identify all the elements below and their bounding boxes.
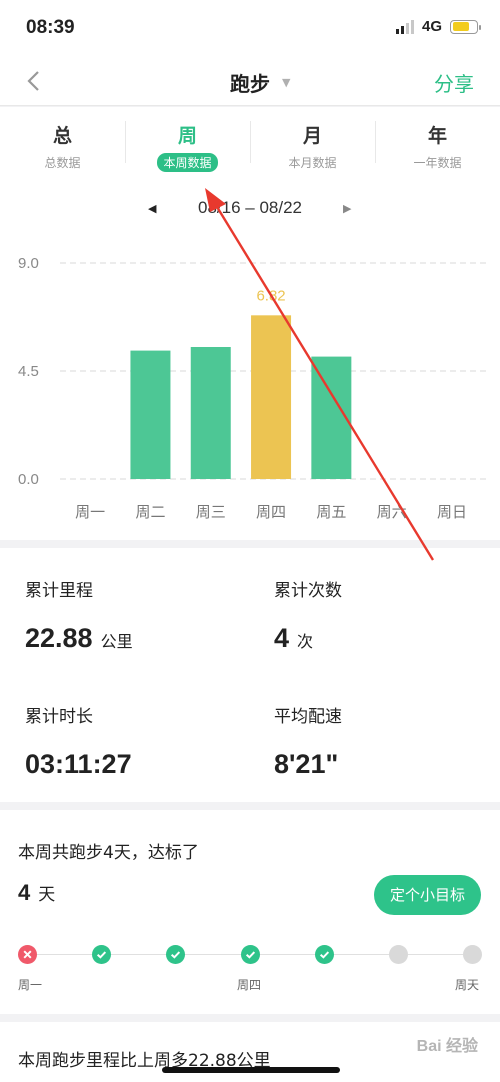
x-tick-label: 周五 — [316, 503, 346, 521]
tab-total[interactable]: 总 总数据 — [0, 107, 125, 182]
x-tick-label: 周二 — [135, 503, 165, 521]
stat-label: 累计里程 — [25, 581, 93, 601]
day-empty-icon — [463, 945, 482, 964]
stat-value: 03:11:27 — [25, 749, 132, 779]
x-tick-label: 周三 — [196, 503, 226, 521]
share-button[interactable]: 分享 — [434, 68, 474, 97]
tab-month[interactable]: 月 本月数据 — [250, 107, 375, 182]
network-type: 4G — [421, 18, 442, 35]
battery-level — [452, 22, 469, 31]
goal-days: 4天 — [18, 880, 55, 906]
data-label: 6.82 — [256, 287, 285, 304]
tab-week[interactable]: 周 本周数据 — [125, 107, 250, 182]
home-indicator — [162, 1067, 340, 1073]
weekly-distance-chart: 0.0 4.5 9.0 周一 周二 周三 周四 周五 周六 周日 6.82 — [18, 255, 488, 521]
x-tick-label: 周四 — [256, 503, 286, 521]
tab-title: 月 — [302, 125, 322, 147]
y-tick-label: 9.0 — [18, 255, 39, 272]
stat-pace: 平均配速 8'21" — [274, 702, 342, 780]
tab-title: 总 — [52, 125, 72, 147]
stat-value: 4 — [274, 623, 290, 653]
period-tabs: 总 总数据 周 本周数据 月 本月数据 年 一年数据 — [0, 107, 500, 182]
goal-days-value: 4 — [18, 880, 31, 905]
tab-title: 周 — [177, 125, 197, 147]
status-bar: 08:39 4G — [0, 0, 500, 56]
chart-bar — [190, 347, 231, 479]
day-done-icon — [240, 945, 260, 964]
track-label-middle: 周四 — [237, 978, 262, 992]
stat-value: 22.88 — [25, 623, 93, 653]
signal-icon — [395, 19, 414, 34]
watermark-logo: Bai 经验 — [416, 1038, 478, 1055]
stat-value-row: 4次 — [274, 623, 342, 654]
battery-icon — [450, 19, 481, 34]
stat-label: 累计时长 — [25, 707, 93, 727]
day-done-icon — [314, 945, 334, 964]
tab-year[interactable]: 年 一年数据 — [375, 107, 500, 182]
tab-subtitle: 本周数据 — [157, 153, 218, 172]
x-tick-label: 周六 — [377, 503, 407, 521]
day-fail-icon — [18, 945, 37, 964]
tab-title: 年 — [427, 125, 447, 147]
x-tick-label: 周日 — [437, 503, 467, 521]
stat-unit: 次 — [297, 632, 314, 651]
tab-subtitle: 总数据 — [44, 156, 81, 170]
tab-subtitle: 本月数据 — [288, 156, 337, 170]
day-done-icon — [166, 945, 186, 964]
stat-unit: 公里 — [100, 632, 133, 651]
day-empty-icon — [388, 945, 408, 964]
y-tick-label: 0.0 — [18, 471, 39, 488]
day-done-icon — [92, 945, 112, 964]
stats-panel: 累计里程 22.88 公里 累计次数 4次 累计时长 03:11:27 平均配速 … — [0, 548, 500, 802]
weekly-chart-section: ◀ 08/16 – 08/22 ▶ 0.0 4.5 9.0 周一 周二 周三 周四 周五 周六周… — [0, 182, 500, 540]
x-tick-label: 周一 — [75, 503, 105, 521]
stat-label: 累计次数 — [274, 581, 342, 601]
nav-bar: 跑步 ▼ 分享 — [0, 56, 500, 106]
stat-distance: 累计里程 22.88 公里 — [25, 576, 133, 654]
page-title[interactable]: 跑步 — [0, 68, 500, 97]
weekly-goal-card: 本周共跑步4天，达标了 4天 定个小目标 周一 周四 周天 — [0, 810, 500, 1014]
stat-count: 累计次数 4次 — [274, 576, 342, 654]
chart-bar — [251, 315, 292, 479]
track-label-start: 周一 — [18, 978, 43, 992]
goal-days-unit: 天 — [38, 885, 56, 905]
set-goal-button[interactable]: 定个小目标 — [374, 875, 481, 915]
chart-bar — [311, 356, 352, 479]
status-time: 08:39 — [26, 17, 75, 38]
stat-duration: 累计时长 03:11:27 — [25, 702, 132, 780]
stat-value-row: 03:11:27 — [25, 749, 132, 780]
goal-summary: 本周共跑步4天，达标了 — [18, 843, 199, 863]
chart-bar — [130, 350, 171, 479]
y-tick-label: 4.5 — [18, 363, 39, 380]
stat-label: 平均配速 — [274, 707, 342, 727]
stat-value: 8'21" — [274, 749, 339, 779]
track-label-end: 周天 — [455, 978, 480, 992]
stat-value-row: 8'21" — [274, 749, 342, 780]
stat-value-row: 22.88 公里 — [25, 623, 133, 654]
chevron-down-icon[interactable]: ▼ — [282, 76, 290, 89]
tab-subtitle: 一年数据 — [413, 156, 462, 170]
status-indicators: 4G — [395, 18, 481, 35]
